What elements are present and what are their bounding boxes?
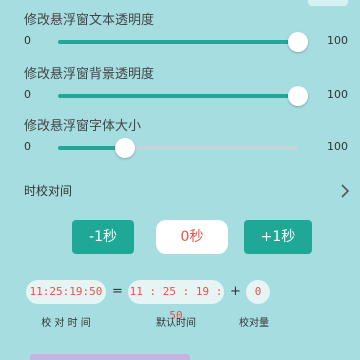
plus-one-second-button[interactable]: +1秒 — [244, 220, 312, 254]
text-opacity-slider-fill — [58, 40, 298, 44]
calibrate-time-row[interactable]: 时校对间 — [24, 180, 350, 202]
default-time-caption: 默认时间 — [156, 318, 196, 329]
bg-opacity-min: 0 — [24, 88, 31, 101]
text-opacity-slider-row: 0 100 — [24, 30, 354, 54]
font-size-slider[interactable] — [58, 138, 298, 158]
font-size-label: 修改悬浮窗字体大小 — [24, 119, 142, 134]
bg-opacity-max: 100 — [327, 88, 348, 101]
calibrated-time-value: 11:25:19:50 — [26, 280, 106, 304]
text-opacity-slider-thumb[interactable] — [288, 32, 308, 52]
plus-sign: + — [230, 284, 241, 299]
bg-opacity-slider[interactable] — [58, 86, 308, 106]
offset-caption: 校对量 — [239, 318, 269, 329]
adjust-buttons: -1秒 0秒 +1秒 — [0, 220, 360, 256]
chevron-right-icon — [340, 180, 350, 206]
calibrated-time-caption: 校 对 时 间 — [41, 318, 91, 329]
font-size-max: 100 — [327, 140, 348, 153]
text-opacity-label: 修改悬浮窗文本透明度 — [24, 13, 155, 28]
minus-one-second-button[interactable]: -1秒 — [72, 220, 134, 254]
top-partial-button[interactable] — [308, 0, 348, 6]
time-captions: 校 对 时 间 默认时间 校对量 — [0, 314, 360, 330]
text-opacity-slider[interactable] — [58, 32, 308, 52]
bottom-partial-element — [30, 354, 190, 360]
offset-value: 0 — [246, 280, 270, 304]
text-opacity-min: 0 — [24, 34, 31, 47]
default-time-value: 11 : 25 : 19 : 50 — [128, 280, 224, 322]
font-size-slider-thumb[interactable] — [115, 138, 136, 158]
font-size-min: 0 — [24, 140, 31, 153]
zero-seconds-button[interactable]: 0秒 — [156, 220, 228, 254]
bg-opacity-slider-thumb[interactable] — [288, 86, 308, 106]
bg-opacity-label: 修改悬浮窗背景透明度 — [24, 67, 155, 82]
calibrate-time-label: 时校对间 — [24, 184, 73, 198]
font-size-setting: 修改悬浮窗字体大小 0 100 — [24, 118, 354, 160]
font-size-slider-row: 0 100 — [24, 136, 354, 160]
bg-opacity-slider-fill — [58, 94, 298, 98]
bg-opacity-slider-row: 0 100 — [24, 84, 354, 108]
time-equation: 11:25:19:50 = 11 : 25 : 19 : 50 + 0 — [0, 278, 360, 322]
bg-opacity-setting: 修改悬浮窗背景透明度 0 100 — [24, 66, 354, 108]
text-opacity-setting: 修改悬浮窗文本透明度 0 100 — [24, 12, 354, 54]
equals-sign: = — [112, 284, 123, 299]
text-opacity-max: 100 — [327, 34, 348, 47]
